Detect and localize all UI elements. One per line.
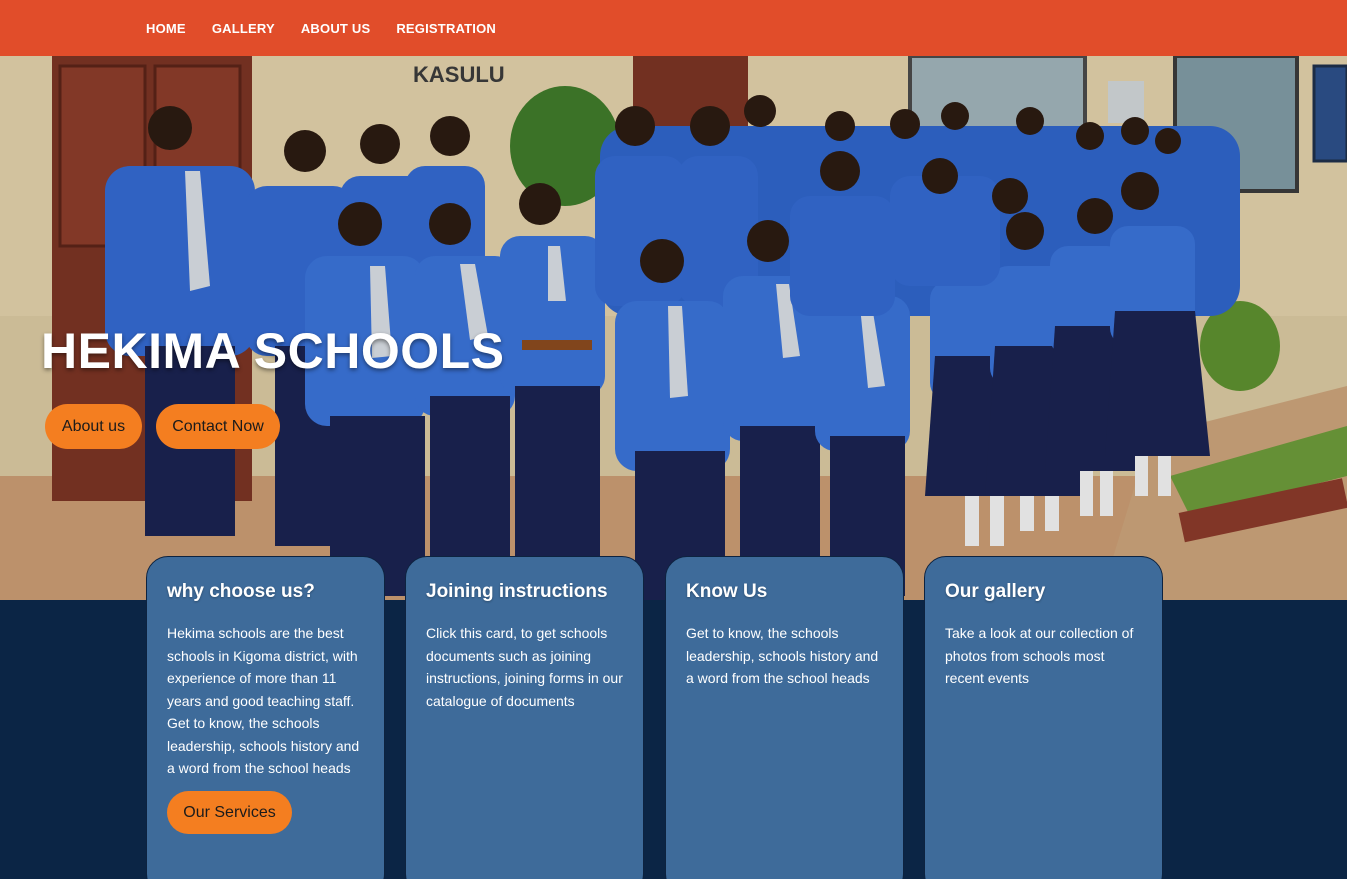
card-text: Get to know, the schools leadership, sch… <box>686 625 879 686</box>
nav-about-us[interactable]: ABOUT US <box>301 21 371 36</box>
card-text: Click this card, to get schools document… <box>426 625 623 709</box>
card-text: Hekima schools are the best schools in K… <box>167 625 360 776</box>
about-us-button[interactable]: About us <box>45 404 142 449</box>
know-us-card[interactable]: Know Us Get to know, the schools leaders… <box>665 556 904 879</box>
our-services-button[interactable]: Our Services <box>167 791 292 834</box>
our-gallery-card[interactable]: Our gallery Take a look at our collectio… <box>924 556 1163 879</box>
card-title: why choose us? <box>167 581 315 602</box>
card-title: Our gallery <box>945 581 1046 602</box>
card-text: Take a look at our collection of photos … <box>945 625 1134 686</box>
hero-banner: KASULU <box>0 56 1347 600</box>
top-navigation: HOME GALLERY ABOUT US REGISTRATION <box>0 0 1347 56</box>
nav-registration[interactable]: REGISTRATION <box>396 21 496 36</box>
contact-now-button[interactable]: Contact Now <box>156 404 280 449</box>
card-title: Know Us <box>686 581 768 602</box>
nav-home[interactable]: HOME <box>146 21 186 36</box>
hero-title: HEKIMA SCHOOLS <box>41 323 505 379</box>
joining-instructions-card[interactable]: Joining instructions Click this card, to… <box>405 556 644 879</box>
card-title: Joining instructions <box>426 581 608 602</box>
why-choose-us-card[interactable]: why choose us? Hekima schools are the be… <box>146 556 385 879</box>
nav-gallery[interactable]: GALLERY <box>212 21 275 36</box>
